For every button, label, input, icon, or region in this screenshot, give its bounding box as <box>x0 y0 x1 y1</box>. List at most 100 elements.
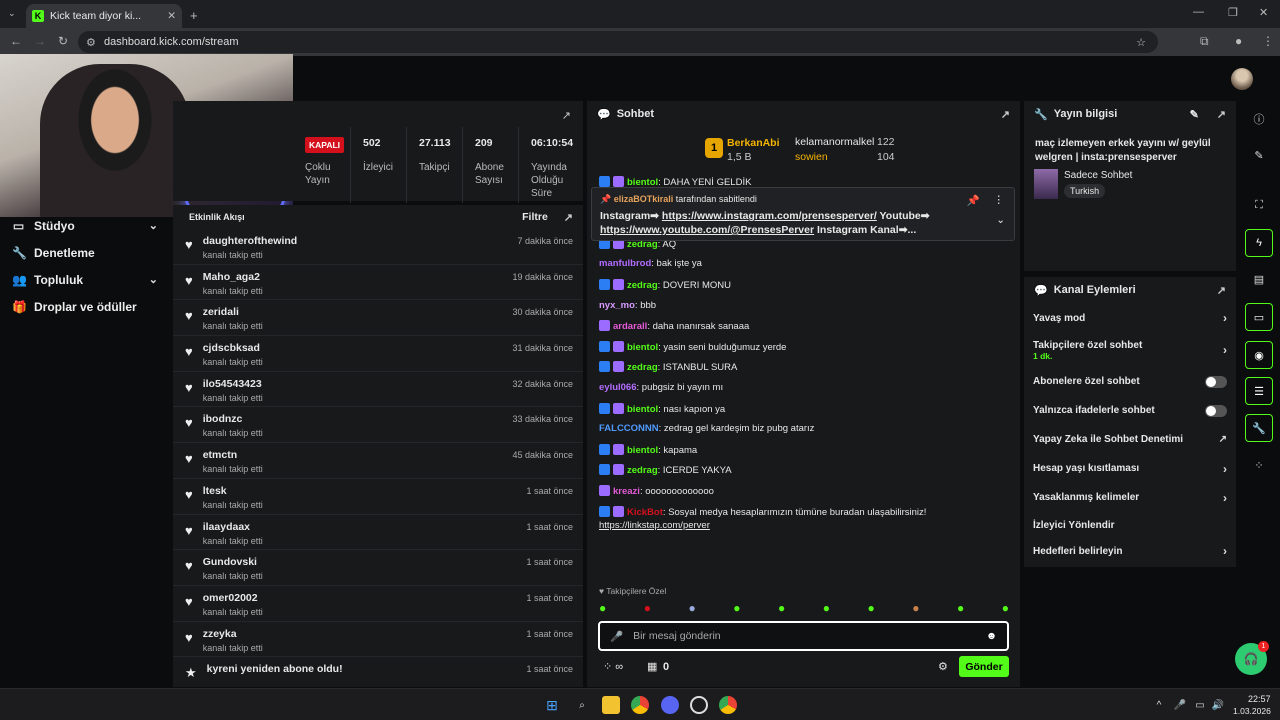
lightning-icon[interactable]: ϟ <box>1245 229 1273 257</box>
channel-action-item[interactable]: Yalnızca ifadelerle sohbet <box>1024 396 1236 425</box>
activity-item[interactable]: ♥ Maho_aga2 kanalı takip etti 19 dakika … <box>173 265 583 301</box>
dots-icon[interactable]: ⁘ <box>1245 451 1273 479</box>
forward-icon[interactable]: → <box>34 34 46 48</box>
activity-username[interactable]: kyreni yeniden abone oldu! <box>207 663 343 675</box>
third-gifter-name[interactable]: sowien <box>795 151 828 163</box>
bookmark-star-icon[interactable]: ☆ <box>1136 36 1146 49</box>
activity-item[interactable]: ♥ ltesk kanalı takip etti 1 saat önce <box>173 479 583 515</box>
activity-username[interactable]: Maho_aga2 <box>203 271 263 283</box>
tray-chevron-icon[interactable]: ^ <box>1150 696 1168 714</box>
chat-message[interactable]: zedrag: ISTANBUL SURA <box>599 361 737 373</box>
fullscreen-icon[interactable]: ⛶ <box>1245 191 1273 219</box>
extensions-icon[interactable]: ⧉ <box>1200 34 1209 49</box>
activity-username[interactable]: cjdscbksad <box>203 342 263 354</box>
app-icon[interactable] <box>690 696 708 714</box>
emote-icon[interactable]: ● <box>644 601 651 615</box>
activity-username[interactable]: ilo54543423 <box>203 378 263 390</box>
profile-icon[interactable]: ● <box>1235 34 1242 48</box>
expand-icon[interactable]: ↗ <box>1217 108 1226 121</box>
tab-list-icon[interactable]: ⌄ <box>8 8 16 19</box>
expand-icon[interactable]: ↗ <box>1001 108 1010 121</box>
sidebar-item-drops[interactable]: 🎁 Droplar ve ödüller <box>0 293 170 320</box>
emoji-icon[interactable]: ☻ <box>986 630 997 642</box>
chat-icon[interactable]: ▭ <box>1245 303 1273 331</box>
chat-message[interactable]: zedrag: ICERDE YAKYA <box>599 464 732 476</box>
chat-message[interactable]: nyx_mo: bbb <box>599 300 656 311</box>
channel-action-item[interactable]: Abonelere özel sohbet <box>1024 367 1236 396</box>
activity-username[interactable]: omer02002 <box>203 592 263 604</box>
chat-username[interactable]: kreazi <box>613 486 640 497</box>
emote-icon[interactable]: ● <box>868 601 875 615</box>
chat-link[interactable]: https://linkstap.com/perver <box>599 520 710 531</box>
maximize-icon[interactable]: ❐ <box>1228 6 1238 19</box>
channel-action-item[interactable]: İzleyici Yönlendir <box>1024 512 1236 538</box>
channel-points-icon[interactable]: ⁘ ∞ <box>603 660 623 673</box>
address-bar[interactable]: ⚙ dashboard.kick.com/stream ☆ <box>78 31 1158 53</box>
activity-username[interactable]: zeridali <box>203 306 263 318</box>
more-options-icon[interactable]: ⋮ <box>994 194 1005 206</box>
pinned-link[interactable]: https://www.instagram.com/prensesperver/ <box>662 210 877 222</box>
stat-multistream[interactable]: KAPALI Çoklu Yayın <box>293 127 351 203</box>
activity-item[interactable]: ♥ omer02002 kanalı takip etti 1 saat önc… <box>173 586 583 622</box>
volume-icon[interactable]: 🔊 <box>1209 696 1227 714</box>
mic-tray-icon[interactable]: 🎤 <box>1171 696 1189 714</box>
chat-username[interactable]: zedrag <box>627 280 658 291</box>
chat-message[interactable]: manfulbrod: bak işte ya <box>599 258 702 269</box>
settings-gear-icon[interactable]: ⚙ <box>938 660 948 673</box>
chat-message[interactable]: bientol: kapama <box>599 443 697 456</box>
activity-item[interactable]: ♥ cjdscbksad kanalı takip etti 31 dakika… <box>173 336 583 372</box>
sidebar-item-moderation[interactable]: 🔧 Denetleme <box>0 239 170 266</box>
user-avatar[interactable] <box>1231 68 1253 90</box>
activity-username[interactable]: ibodnzc <box>203 413 263 425</box>
layout-icon[interactable]: ☰ <box>1245 377 1273 405</box>
chat-message[interactable]: kreazi: ooooooooooooo <box>599 485 714 497</box>
emote-icon[interactable]: ● <box>912 601 919 615</box>
pencil-icon[interactable]: ✎ <box>1245 141 1273 169</box>
filter-button[interactable]: Filtre <box>522 211 548 223</box>
chrome-icon[interactable] <box>631 696 649 714</box>
store-icon[interactable]: ▦ <box>647 660 657 673</box>
expand-icon[interactable]: ↗ <box>1217 284 1226 297</box>
emote-icon[interactable]: ● <box>689 601 696 615</box>
clock-date[interactable]: 1.03.2026 <box>1233 706 1271 716</box>
toggle-switch[interactable] <box>1205 375 1227 388</box>
chat-message[interactable]: zedrag: DOVERI MONU <box>599 279 731 291</box>
chat-username[interactable]: ardarall <box>613 321 647 332</box>
microphone-icon[interactable]: 🎤 <box>610 630 623 643</box>
emote-icon[interactable]: ● <box>599 601 606 615</box>
chat-username[interactable]: manfulbrod <box>599 258 651 269</box>
emote-icon[interactable]: ● <box>778 601 785 615</box>
emote-icon[interactable]: ● <box>957 601 964 615</box>
channel-action-item[interactable]: Takipçilere özel sohbet 1 dk. › <box>1024 333 1236 367</box>
menu-dots-icon[interactable]: ⋮ <box>1262 34 1274 48</box>
broadcast-icon[interactable]: ◉ <box>1245 341 1273 369</box>
reload-icon[interactable]: ↻ <box>58 34 68 48</box>
activity-item[interactable]: ♥ Gundovski kanalı takip etti 1 saat önc… <box>173 550 583 586</box>
activity-username[interactable]: Gundovski <box>203 556 263 568</box>
activity-username[interactable]: ltesk <box>203 485 263 497</box>
activity-item[interactable]: ♥ ilaaydaax kanalı takip etti 1 saat önc… <box>173 515 583 551</box>
chat-username[interactable]: zedrag <box>627 362 658 373</box>
language-tag[interactable]: Turkish <box>1064 184 1106 198</box>
wrench-icon[interactable]: 🔧 <box>1245 414 1273 442</box>
chat-message[interactable]: FALCCONNN: zedrag gel kardeşim biz pubg … <box>599 423 814 434</box>
channel-action-item[interactable]: Yapay Zeka ile Sohbet Denetimi ↗ <box>1024 425 1236 454</box>
discord-icon[interactable] <box>661 696 679 714</box>
pinned-link[interactable]: https://www.youtube.com/@PrensesPerver <box>600 224 814 236</box>
chat-message[interactable]: ardarall: daha ınanırsak sanaaa <box>599 320 749 332</box>
expand-pinned-icon[interactable]: ⌄ <box>996 214 1005 226</box>
channel-action-item[interactable]: Hesap yaşı kısıtlaması › <box>1024 454 1236 483</box>
chat-username[interactable]: bientol <box>627 445 658 456</box>
close-tab-icon[interactable]: ✕ <box>167 10 176 22</box>
activity-item[interactable]: ♥ zeridali kanalı takip etti 30 dakika ö… <box>173 300 583 337</box>
chat-username[interactable]: FALCCONNN <box>599 423 659 434</box>
chrome-active-icon[interactable] <box>719 696 737 714</box>
expand-icon[interactable]: ↗ <box>562 109 571 122</box>
chat-username[interactable]: zedrag <box>627 465 658 476</box>
chat-input[interactable]: 🎤 Bir mesaj gönderin ☻ <box>598 621 1009 651</box>
expand-icon[interactable]: ↗ <box>564 211 573 224</box>
info-icon[interactable]: ⓘ <box>1245 105 1273 133</box>
top-gifter-name[interactable]: BerkanAbi <box>727 137 780 149</box>
chat-message[interactable]: bientol: nası kapıon ya <box>599 402 725 415</box>
new-tab-icon[interactable]: + <box>190 8 198 23</box>
